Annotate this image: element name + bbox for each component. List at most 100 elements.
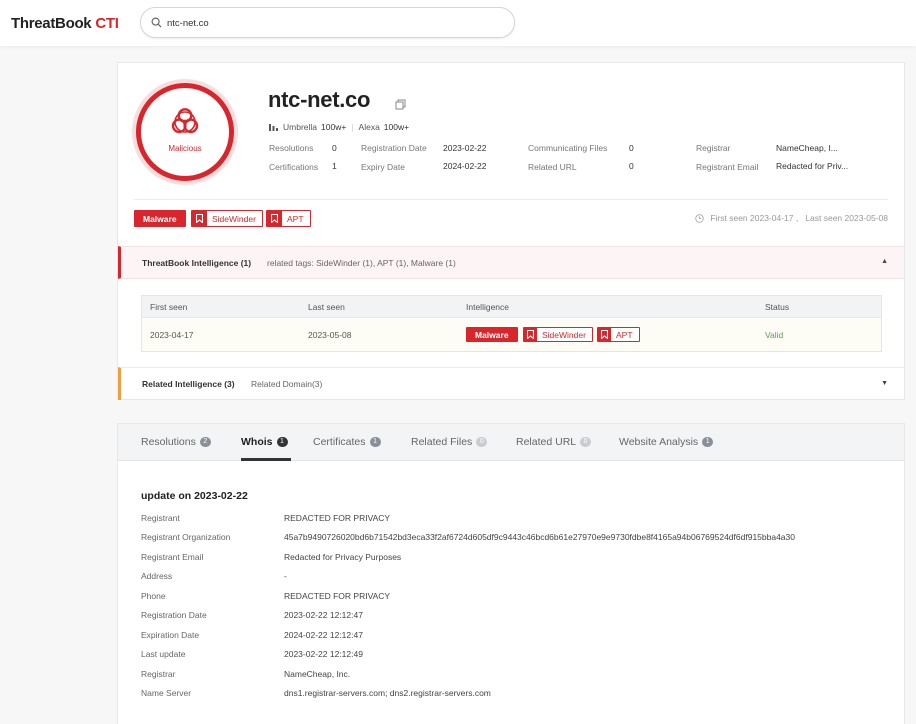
row-tag-apt[interactable]: APT (597, 327, 640, 342)
tab-certificates[interactable]: Certificates 1 (313, 436, 381, 448)
first-last-seen: First seen 2023-04-17 , Last seen 2023-0… (695, 213, 888, 223)
related-url-label: Related URL (528, 162, 577, 172)
related-intel-title: Related Intelligence (3) (142, 379, 235, 389)
whois-label: Registration Date (141, 610, 207, 620)
umbrella-value: 100w+ (321, 122, 347, 132)
registrant-email-label: Registrant Email (696, 162, 759, 172)
tag-apt-label: APT (287, 213, 304, 224)
logo-main-text: ThreatBook (11, 15, 92, 32)
whois-value: NameCheap, Inc. (284, 669, 351, 679)
tag-sidewinder-label: SideWinder (212, 213, 256, 224)
row-last-seen: 2023-05-08 (308, 330, 352, 340)
domain-title: ntc-net.co (268, 87, 371, 112)
intel-related-tags: related tags: SideWinder (1), APT (1), M… (267, 258, 456, 268)
seen-text: First seen 2023-04-17 , Last seen 2023-0… (710, 213, 888, 223)
registrant-email-value: Redacted for Priv... (776, 161, 849, 171)
clock-icon (695, 213, 705, 223)
col-status: Status (765, 302, 790, 312)
bookmark-icon (267, 211, 282, 226)
tab-related-files[interactable]: Related Files 0 (411, 436, 488, 448)
resolutions-label: Resolutions (269, 143, 314, 153)
alexa-label: Alexa (358, 122, 380, 132)
tab-bar: Resolutions 2 Whois 1 Certificates 1 Relate… (118, 424, 904, 461)
tag-sidewinder[interactable]: SideWinder (191, 210, 263, 227)
whois-value: - (284, 571, 287, 581)
intel-table-header: First seen Last seen Intelligence Status (142, 296, 881, 318)
tab-related-url[interactable]: Related URL 0 (516, 436, 592, 448)
tab-whois[interactable]: Whois 1 (241, 436, 288, 448)
summary-card: Malicious ntc-net.co Umbrella 100w+ | Al… (117, 62, 905, 400)
tag-malware[interactable]: Malware (134, 210, 186, 227)
row-tag-apt-label: APT (616, 329, 633, 340)
expiry-date-label: Expiry Date (361, 162, 405, 172)
certifications-value[interactable]: 1 (332, 161, 337, 171)
copy-icon[interactable] (395, 99, 406, 110)
rank-separator: | (351, 122, 354, 132)
table-row: 2023-04-17 2023-05-08 Malware SideWinder… (142, 319, 881, 351)
certifications-label: Certifications (269, 162, 319, 172)
registrar-label: Registrar (696, 143, 731, 153)
whois-value: 2023-02-22 12:12:49 (284, 649, 363, 659)
whois-value: REDACTED FOR PRIVACY (284, 513, 391, 523)
bar-chart-icon (269, 124, 278, 131)
search-input[interactable] (167, 15, 497, 31)
intel-title: ThreatBook Intelligence (1) (142, 258, 252, 268)
logo-cti-text: CTI (95, 15, 119, 32)
tab-whois-label: Whois (241, 436, 273, 448)
bookmark-icon (598, 328, 611, 341)
related-intel-subtitle: Related Domain(3) (251, 379, 323, 389)
whois-label: Phone (141, 591, 166, 601)
tab-related-files-count: 0 (476, 437, 488, 447)
collapse-icon[interactable]: ▲ (881, 258, 888, 265)
related-intel-header[interactable]: Related Intelligence (3) Related Domain(… (118, 367, 904, 400)
resolutions-value[interactable]: 0 (332, 143, 337, 153)
whois-value: REDACTED FOR PRIVACY (284, 591, 391, 601)
alexa-value: 100w+ (383, 122, 410, 132)
row-status: Valid (765, 330, 784, 340)
tab-website-analysis[interactable]: Website Analysis 1 (619, 436, 714, 448)
threatbook-logo[interactable]: ThreatBook CTI (11, 15, 119, 32)
tab-resolutions-label: Resolutions (141, 436, 196, 448)
tab-certificates-count: 1 (369, 437, 381, 447)
bookmark-icon (192, 211, 207, 226)
tab-website-analysis-label: Website Analysis (619, 436, 699, 448)
search-icon (151, 17, 162, 28)
communicating-files-label: Communicating Files (528, 143, 608, 153)
tab-whois-count: 1 (276, 437, 288, 447)
row-tag-sidewinder-label: SideWinder (542, 329, 586, 340)
row-tag-malware[interactable]: Malware (466, 327, 518, 342)
registration-date-label: Registration Date (361, 143, 427, 153)
tag-apt[interactable]: APT (266, 210, 311, 227)
registrar-value: NameCheap, I... (776, 143, 838, 153)
tab-related-url-label: Related URL (516, 436, 577, 448)
col-first-seen: First seen (150, 302, 188, 312)
related-url-value[interactable]: 0 (629, 161, 634, 171)
whois-label: Registrant Email (141, 552, 204, 562)
search-box[interactable] (140, 7, 515, 38)
tab-resolutions[interactable]: Resolutions 2 (141, 436, 211, 448)
whois-update-title: update on 2023-02-22 (141, 490, 248, 502)
threatbook-intel-header[interactable]: ThreatBook Intelligence (1) related tags… (118, 246, 904, 279)
bookmark-icon (524, 328, 537, 341)
tab-related-url-count: 0 (580, 437, 592, 447)
tab-related-files-label: Related Files (411, 436, 473, 448)
biohazard-icon (171, 108, 199, 134)
col-last-seen: Last seen (308, 302, 345, 312)
active-tab-indicator (241, 458, 291, 461)
whois-label: Registrant (141, 513, 180, 523)
col-intelligence: Intelligence (466, 302, 510, 312)
communicating-files-value[interactable]: 0 (629, 143, 634, 153)
whois-label: Expiration Date (141, 630, 200, 640)
expand-icon[interactable]: ▼ (881, 380, 888, 387)
expiry-date-value: 2024-02-22 (443, 161, 487, 171)
whois-label: Address (141, 571, 173, 581)
whois-label: Registrar (141, 669, 176, 679)
row-tag-sidewinder[interactable]: SideWinder (523, 327, 593, 342)
details-card: Resolutions 2 Whois 1 Certificates 1 Relate… (117, 423, 905, 724)
intel-table: First seen Last seen Intelligence Status… (141, 295, 882, 352)
whois-value: dns1.registrar-servers.com; dns2.registr… (284, 688, 491, 698)
whois-value: 2024-02-22 12:12:47 (284, 630, 363, 640)
umbrella-label: Umbrella (283, 122, 318, 132)
summary-divider (134, 199, 888, 200)
tab-certificates-label: Certificates (313, 436, 366, 448)
